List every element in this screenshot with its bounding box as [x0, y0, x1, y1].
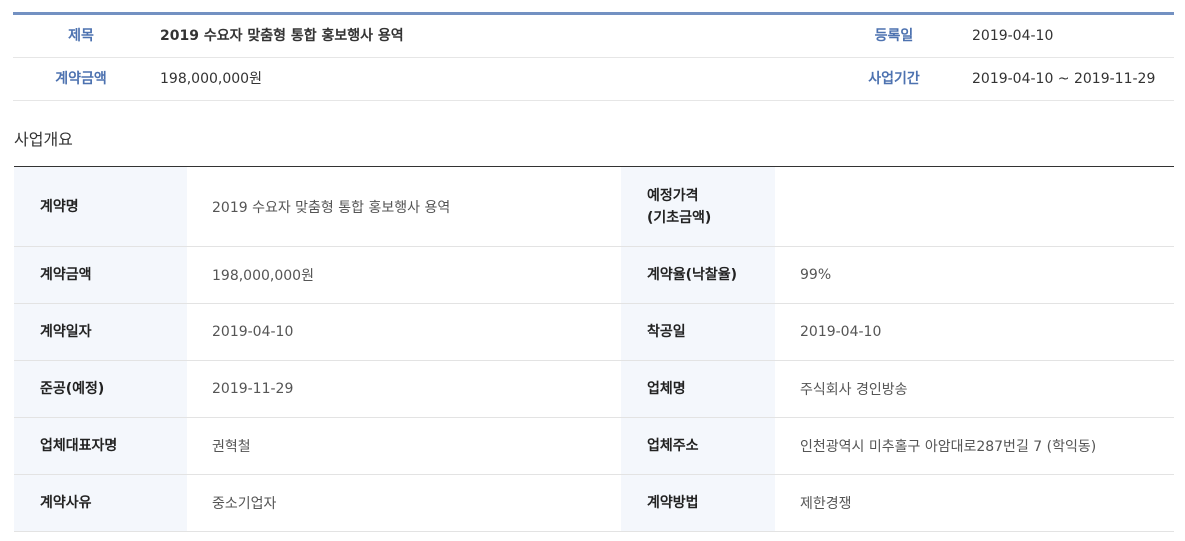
table-row: 준공(예정) 2019-11-29 업체명 주식회사 경인방송: [14, 361, 1174, 418]
table-row: 계약일자 2019-04-10 착공일 2019-04-10: [14, 304, 1174, 361]
estimated-price-value: [775, 167, 1174, 246]
table-row: 계약명 2019 수요자 맞춤형 통합 홍보행사 용역 예정가격 (기초금액): [14, 167, 1174, 247]
company-name-value: 주식회사 경인방송: [775, 361, 1174, 417]
company-name-header: 업체명: [621, 361, 775, 417]
completion-date-header: 준공(예정): [14, 361, 187, 417]
table-row: 업체대표자명 권혁철 업체주소 인천광역시 미추홀구 아암대로287번길 7 (…: [14, 418, 1174, 475]
project-period-value: 2019-04-10 ~ 2019-11-29: [972, 71, 1156, 87]
contract-name-value: 2019 수요자 맞춤형 통합 홍보행사 용역: [187, 167, 621, 246]
contract-amount-cell: 198,000,000원: [187, 247, 621, 303]
ceo-name-value: 권혁철: [187, 418, 621, 474]
contract-date-value: 2019-04-10: [187, 304, 621, 360]
table-row: 계약사유 중소기업자 계약방법 제한경쟁: [14, 475, 1174, 532]
company-address-header: 업체주소: [621, 418, 775, 474]
title-value: 2019 수요자 맞춤형 통합 홍보행사 용역: [160, 28, 404, 44]
contract-amount-label: 계약금액: [55, 71, 107, 87]
contract-method-value: 제한경쟁: [775, 475, 1174, 531]
summary-row-amount: 계약금액 198,000,000원 사업기간 2019-04-10 ~ 2019…: [13, 58, 1174, 101]
contract-rate-header: 계약율(낙찰율): [621, 247, 775, 303]
completion-date-value: 2019-11-29: [187, 361, 621, 417]
summary-table: 제목 2019 수요자 맞춤형 통합 홍보행사 용역 등록일 2019-04-1…: [13, 12, 1174, 101]
title-label: 제목: [68, 28, 94, 44]
project-period-label: 사업기간: [868, 71, 920, 87]
section-title: 사업개요: [14, 130, 73, 149]
contract-name-header: 계약명: [14, 167, 187, 246]
estimated-price-header-line1: 예정가격: [647, 187, 699, 204]
estimated-price-header: 예정가격 (기초금액): [621, 167, 775, 246]
contract-amount-header: 계약금액: [14, 247, 187, 303]
table-row: 계약금액 198,000,000원 계약율(낙찰율) 99%: [14, 247, 1174, 304]
company-address-value: 인천광역시 미추홀구 아암대로287번길 7 (학익동): [775, 418, 1174, 474]
estimated-price-header-line2: (기초금액): [647, 209, 712, 226]
start-date-value: 2019-04-10: [775, 304, 1174, 360]
contract-date-header: 계약일자: [14, 304, 187, 360]
contract-rate-value: 99%: [775, 247, 1174, 303]
registration-date-label: 등록일: [874, 28, 914, 44]
contract-method-header: 계약방법: [621, 475, 775, 531]
start-date-header: 착공일: [621, 304, 775, 360]
ceo-name-header: 업체대표자명: [14, 418, 187, 474]
contract-amount-value: 198,000,000원: [160, 71, 262, 87]
registration-date-value: 2019-04-10: [972, 28, 1054, 44]
summary-row-title: 제목 2019 수요자 맞춤형 통합 홍보행사 용역 등록일 2019-04-1…: [13, 15, 1174, 58]
contract-reason-value: 중소기업자: [187, 475, 621, 531]
contract-reason-header: 계약사유: [14, 475, 187, 531]
project-overview-table: 계약명 2019 수요자 맞춤형 통합 홍보행사 용역 예정가격 (기초금액) …: [14, 166, 1174, 532]
